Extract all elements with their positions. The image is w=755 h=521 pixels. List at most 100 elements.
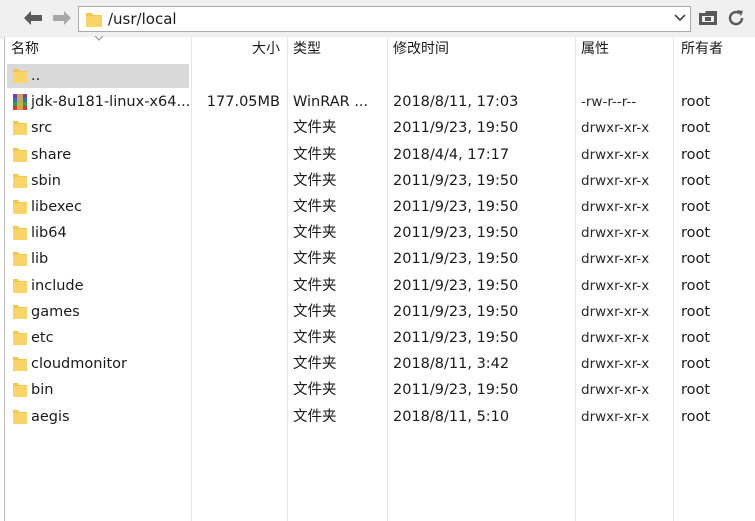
column-modified[interactable]: 修改时间	[393, 37, 449, 63]
file-permissions: drwxr-xr-x	[581, 225, 650, 242]
table-row[interactable]: etc 文件夹 2011/9/23, 19:50 drwxr-xr-x root	[5, 325, 755, 351]
file-modified: 2011/9/23, 19:50	[393, 199, 519, 215]
column-size[interactable]: 大小	[191, 37, 280, 63]
folder-icon	[13, 252, 27, 267]
file-type: 文件夹	[293, 277, 337, 294]
file-permissions: drwxr-xr-x	[581, 251, 650, 268]
file-modified: 2018/8/11, 5:10	[393, 408, 510, 425]
file-type: WinRAR ...	[293, 94, 369, 111]
file-type: 文件夹	[293, 251, 337, 268]
file-permissions: drwxr-xr-x	[581, 277, 650, 294]
chevron-down-icon[interactable]	[674, 13, 686, 23]
table-row[interactable]: bin 文件夹 2011/9/23, 19:50 drwxr-xr-x root	[5, 377, 755, 403]
table-row[interactable]: jdk-8u181-linux-x64... 177.05MB WinRAR ...…	[5, 89, 755, 115]
file-name: aegis	[31, 408, 70, 425]
file-name: src	[31, 120, 53, 137]
file-owner: root	[681, 303, 711, 320]
folder-icon	[13, 304, 27, 319]
file-name: ..	[31, 68, 41, 84]
table-row[interactable]: share 文件夹 2018/4/4, 17:17 drwxr-xr-x root	[5, 142, 755, 168]
file-owner: root	[681, 330, 711, 346]
file-modified: 2011/9/23, 19:50	[393, 120, 519, 137]
table-row[interactable]: src 文件夹 2011/9/23, 19:50 drwxr-xr-x root	[5, 115, 755, 141]
table-row[interactable]: lib64 文件夹 2011/9/23, 19:50 drwxr-xr-x root	[5, 220, 755, 246]
file-name: etc	[31, 330, 54, 346]
winrar-archive-icon	[13, 94, 27, 111]
column-owner[interactable]: 所有者	[681, 37, 723, 63]
new-folder-button[interactable]	[697, 8, 719, 28]
file-modified: 2011/9/23, 19:50	[393, 225, 519, 242]
file-name: include	[31, 277, 84, 294]
refresh-button[interactable]	[725, 8, 747, 28]
file-type: 文件夹	[293, 303, 337, 320]
back-button[interactable]	[21, 8, 45, 28]
file-name: cloudmonitor	[31, 356, 127, 373]
table-row[interactable]: sbin 文件夹 2011/9/23, 19:50 drwxr-xr-x root	[5, 168, 755, 194]
file-permissions: drwxr-xr-x	[581, 146, 650, 163]
file-size	[191, 299, 280, 325]
back-arrow-icon	[24, 11, 42, 25]
file-type: 文件夹	[293, 225, 337, 242]
file-modified: 2011/9/23, 19:50	[393, 382, 519, 399]
file-owner: root	[681, 408, 711, 425]
toolbar: /usr/local	[0, 0, 755, 38]
table-row[interactable]: include 文件夹 2011/9/23, 19:50 drwxr-xr-x root	[5, 273, 755, 299]
file-permissions: drwxr-xr-x	[581, 303, 650, 320]
folder-icon	[13, 331, 27, 345]
table-row[interactable]: ..	[5, 63, 755, 89]
folder-icon	[86, 13, 102, 27]
file-size	[191, 115, 280, 141]
column-header: 名称 大小 类型 修改时间 属性 所有者	[5, 35, 755, 63]
forward-arrow-icon	[53, 11, 71, 25]
path-text: /usr/local	[108, 10, 177, 28]
file-owner: root	[681, 382, 711, 399]
table-row[interactable]: libexec 文件夹 2011/9/23, 19:50 drwxr-xr-x root	[5, 194, 755, 220]
file-type: 文件夹	[293, 120, 337, 137]
folder-icon	[13, 409, 27, 424]
file-permissions: drwxr-xr-x	[581, 356, 650, 373]
file-owner: root	[681, 94, 711, 111]
table-row[interactable]: lib 文件夹 2011/9/23, 19:50 drwxr-xr-x root	[5, 246, 755, 272]
file-owner: root	[681, 199, 711, 215]
file-owner: root	[681, 172, 711, 189]
file-size	[191, 246, 280, 272]
file-modified: 2011/9/23, 19:50	[393, 172, 519, 189]
file-size	[191, 351, 280, 377]
file-name: bin	[31, 382, 54, 399]
file-permissions: drwxr-xr-x	[581, 120, 650, 137]
file-permissions: drwxr-xr-x	[581, 330, 650, 346]
column-perms[interactable]: 属性	[581, 37, 609, 63]
file-type: 文件夹	[293, 330, 337, 346]
file-modified	[393, 63, 573, 89]
column-name[interactable]: 名称	[11, 37, 39, 63]
column-type[interactable]: 类型	[293, 37, 321, 63]
file-type	[293, 63, 381, 89]
file-type: 文件夹	[293, 408, 337, 425]
folder-icon	[13, 278, 27, 293]
file-modified: 2018/8/11, 3:42	[393, 356, 510, 373]
file-owner: root	[681, 146, 711, 163]
new-folder-icon	[699, 11, 717, 25]
file-size	[191, 404, 280, 430]
table-row[interactable]: aegis 文件夹 2018/8/11, 5:10 drwxr-xr-x root	[5, 404, 755, 430]
file-modified: 2011/9/23, 19:50	[393, 277, 519, 294]
folder-icon	[13, 147, 27, 162]
file-size	[191, 325, 280, 351]
file-size	[191, 168, 280, 194]
file-size	[191, 142, 280, 168]
path-field[interactable]: /usr/local	[78, 6, 691, 32]
refresh-icon	[728, 10, 744, 26]
file-size: 177.05MB	[206, 94, 280, 111]
table-row[interactable]: games 文件夹 2011/9/23, 19:50 drwxr-xr-x root	[5, 299, 755, 325]
file-owner: root	[681, 277, 711, 294]
file-type: 文件夹	[293, 172, 337, 189]
folder-icon	[13, 200, 27, 214]
file-permissions	[581, 63, 675, 89]
file-type: 文件夹	[293, 356, 337, 373]
file-owner: root	[681, 225, 711, 242]
file-size	[191, 194, 280, 220]
forward-button[interactable]	[50, 8, 74, 28]
file-size	[191, 273, 280, 299]
file-modified: 2011/9/23, 19:50	[393, 303, 519, 320]
table-row[interactable]: cloudmonitor 文件夹 2018/8/11, 3:42 drwxr-xr-x…	[5, 351, 755, 377]
